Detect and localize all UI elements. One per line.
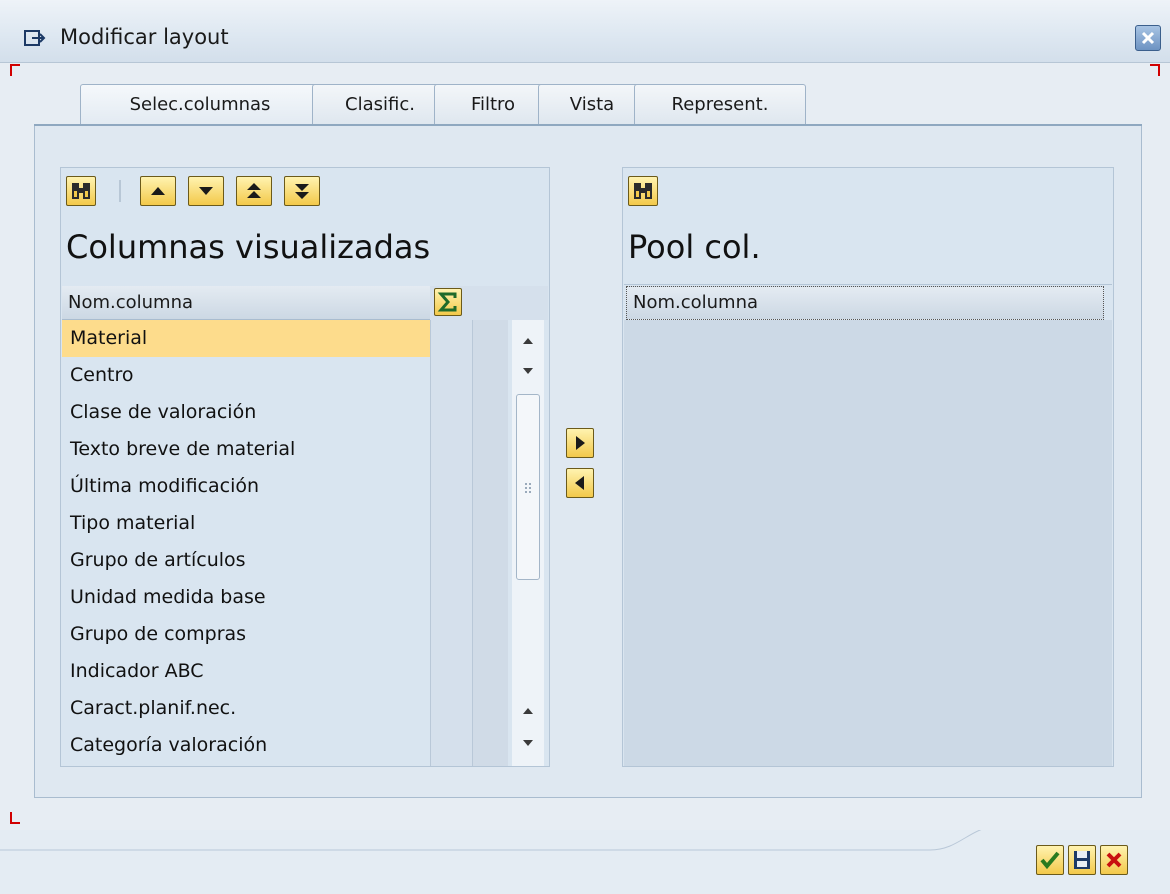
extra-column [472, 320, 508, 766]
confirm-button[interactable] [1036, 845, 1064, 875]
window-title: Modificar layout [60, 25, 229, 49]
save-icon [1074, 851, 1090, 869]
checkmark-icon [1040, 851, 1060, 870]
dialog-window: Modificar layout Selec.columnas Clasific… [0, 0, 1170, 894]
arrow-top-icon [247, 183, 261, 198]
arrow-right-icon [576, 436, 585, 450]
list-item[interactable]: Caract.planif.nec. [62, 690, 430, 727]
displayed-column-header[interactable]: Nom.columna [62, 286, 430, 320]
sum-column[interactable] [430, 320, 472, 766]
arrow-bottom-icon [295, 184, 309, 199]
chevron-down-icon [523, 740, 533, 746]
scroll-page-up-button[interactable] [512, 696, 544, 726]
close-button[interactable] [1135, 25, 1161, 51]
list-item[interactable]: Grupo de compras [62, 616, 430, 653]
pool-list [624, 320, 1112, 766]
chevron-up-icon [523, 338, 533, 344]
arrow-up-icon [151, 187, 165, 195]
tab-filtro[interactable]: Filtro [434, 84, 552, 124]
list-item[interactable]: Centro [62, 357, 430, 394]
corner-mark [1150, 64, 1160, 66]
move-to-pool-button[interactable] [566, 428, 594, 458]
toolbar-separator [119, 180, 121, 202]
arrow-left-icon [575, 476, 584, 490]
scroll-down-button[interactable] [512, 356, 544, 386]
list-item[interactable]: Clase de valoración [62, 394, 430, 431]
pool-column-header[interactable]: Nom.columna [626, 286, 1104, 320]
vertical-scrollbar[interactable] [512, 320, 544, 766]
tab-vista[interactable]: Vista [538, 84, 646, 124]
close-icon [1141, 31, 1155, 45]
list-item[interactable]: Texto breve de material [62, 431, 430, 468]
arrow-down-icon [199, 187, 213, 195]
tab-clasific[interactable]: Clasific. [312, 84, 448, 124]
move-top-button[interactable] [236, 176, 272, 206]
list-item[interactable]: Tipo material [62, 505, 430, 542]
scroll-thumb[interactable] [516, 394, 540, 580]
move-up-button[interactable] [140, 176, 176, 206]
list-item[interactable]: Indicador ABC [62, 653, 430, 690]
sigma-icon [437, 292, 457, 312]
save-button[interactable] [1068, 845, 1096, 875]
list-item[interactable]: Unidad medida base [62, 579, 430, 616]
displayed-columns-heading: Columnas visualizadas [66, 228, 431, 266]
move-bottom-button[interactable] [284, 176, 320, 206]
binoculars-icon [634, 183, 652, 199]
cancel-button[interactable] [1100, 845, 1128, 875]
list-item[interactable]: Grupo de artículos [62, 542, 430, 579]
chevron-down-icon [523, 368, 533, 374]
divider [624, 284, 1112, 285]
list-item[interactable]: Categoría valoración [62, 727, 430, 764]
scroll-up-button[interactable] [512, 326, 544, 356]
cancel-icon [1106, 852, 1122, 868]
find-button[interactable] [66, 176, 96, 206]
corner-mark [10, 822, 20, 824]
scroll-page-down-button[interactable] [512, 728, 544, 758]
move-to-displayed-button[interactable] [566, 468, 594, 498]
list-item[interactable]: Material [62, 320, 430, 357]
move-down-button[interactable] [188, 176, 224, 206]
list-item[interactable]: Última modificación [62, 468, 430, 505]
pool-heading: Pool col. [628, 228, 761, 266]
dialog-footer [0, 830, 1170, 894]
tab-selec-columnas[interactable]: Selec.columnas [80, 84, 320, 126]
footer-decoration [0, 830, 982, 851]
tab-strip: Selec.columnas Clasific. Filtro Vista Re… [34, 84, 1144, 126]
tab-represent[interactable]: Represent. [634, 84, 806, 124]
grip-icon [525, 483, 531, 493]
binoculars-icon [72, 183, 90, 199]
sum-button[interactable] [434, 288, 462, 316]
window-layout-icon [24, 28, 46, 48]
pool-find-button[interactable] [628, 176, 658, 206]
tab-underline [34, 124, 1142, 126]
corner-mark [10, 64, 20, 66]
title-bar: Modificar layout [0, 0, 1170, 63]
chevron-up-icon [523, 708, 533, 714]
